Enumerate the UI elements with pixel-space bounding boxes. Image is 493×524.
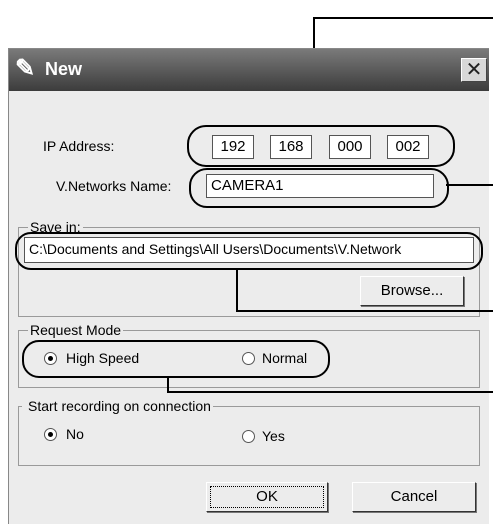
callout-line-request-vertical: [167, 376, 169, 392]
close-button[interactable]: ✕: [461, 58, 487, 82]
name-label: V.Networks Name:: [56, 178, 172, 194]
save-path-highlight-outline: [15, 232, 483, 270]
callout-line-save-horizontal: [236, 310, 493, 312]
ip-highlight-outline: [187, 125, 455, 167]
close-icon: ✕: [465, 59, 483, 81]
window-title: New: [45, 59, 83, 79]
recording-label: Start recording on connection: [22, 398, 213, 414]
ok-button[interactable]: OK: [206, 482, 328, 512]
app-icon: ✎: [15, 55, 36, 82]
request-mode-label: Request Mode: [28, 322, 124, 338]
callout-line-request-horizontal: [167, 391, 493, 393]
request-mode-highlight-outline: [22, 340, 330, 378]
browse-button[interactable]: Browse...: [360, 276, 464, 306]
callout-line-save-vertical: [236, 268, 238, 312]
callout-line-top-horizontal: [313, 17, 493, 19]
no-label: No: [66, 426, 84, 442]
no-radio[interactable]: [44, 428, 57, 441]
title-bar: ✎ New ✕: [9, 49, 489, 91]
yes-label: Yes: [262, 428, 285, 444]
name-highlight-outline: [189, 168, 449, 208]
yes-radio[interactable]: [242, 430, 255, 443]
cancel-button[interactable]: Cancel: [352, 482, 476, 512]
callout-line-name: [446, 184, 493, 186]
ip-address-label: IP Address:: [43, 138, 115, 154]
